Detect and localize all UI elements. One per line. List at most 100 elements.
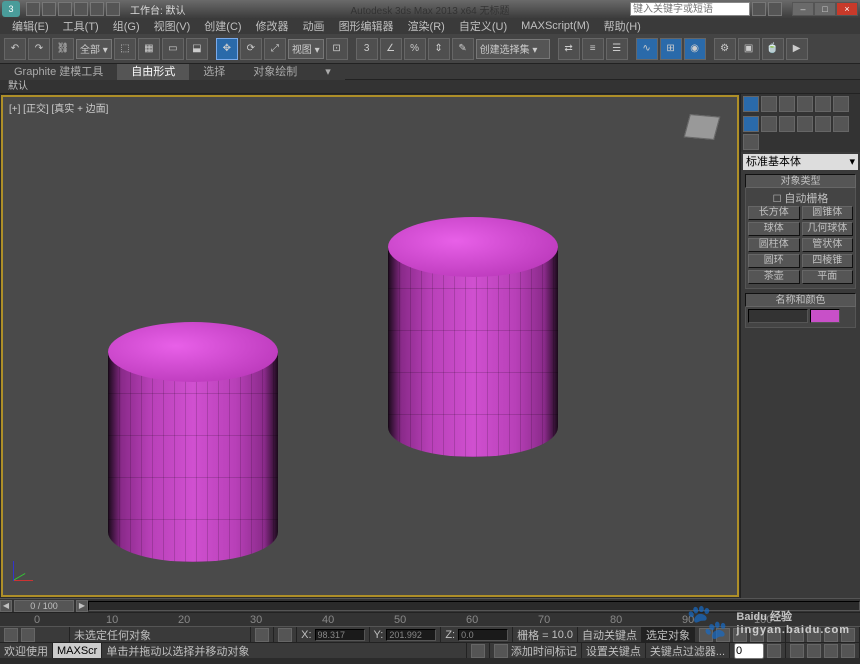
tab-graphite[interactable]: Graphite 建模工具 <box>0 64 117 80</box>
tab-freeform[interactable]: 自由形式 <box>117 64 189 80</box>
prim-cylinder[interactable]: 圆柱体 <box>748 238 800 252</box>
display-tab-icon[interactable] <box>815 96 831 112</box>
object-type-header[interactable]: 对象类型 <box>745 174 856 188</box>
prim-tube[interactable]: 管状体 <box>802 238 854 252</box>
prim-box[interactable]: 长方体 <box>748 206 800 220</box>
menu-modifier[interactable]: 修改器 <box>250 18 295 34</box>
frame-input[interactable] <box>734 643 764 659</box>
mirror-icon[interactable]: ⇄ <box>558 38 580 60</box>
create-tab-icon[interactable] <box>743 96 759 112</box>
maximize-button[interactable]: □ <box>814 2 836 16</box>
geometry-dropdown[interactable]: 标准基本体▾ <box>743 154 858 170</box>
nav-max-icon[interactable] <box>841 644 855 658</box>
undo-icon[interactable]: ↶ <box>4 38 26 60</box>
frame-indicator[interactable]: 0 / 100 <box>14 600 74 612</box>
render-prod-icon[interactable]: ▶ <box>786 38 808 60</box>
menu-tools[interactable]: 工具(T) <box>57 18 105 34</box>
spinner-snap-icon[interactable]: ⇕ <box>428 38 450 60</box>
selection-filter[interactable]: 全部 ▾ <box>76 39 112 59</box>
prim-pyramid[interactable]: 四棱锥 <box>802 254 854 268</box>
percent-snap-icon[interactable]: % <box>404 38 426 60</box>
timeconfig-icon[interactable] <box>767 644 781 658</box>
prim-plane[interactable]: 平面 <box>802 270 854 284</box>
angle-snap-icon[interactable]: ∠ <box>380 38 402 60</box>
prim-teapot[interactable]: 茶壶 <box>748 270 800 284</box>
menu-edit[interactable]: 编辑(E) <box>6 18 55 34</box>
nav-fov-icon[interactable] <box>824 628 838 642</box>
nav-pan-icon[interactable] <box>790 644 804 658</box>
edit-named-icon[interactable]: ✎ <box>452 38 474 60</box>
systems-icon[interactable] <box>743 134 759 150</box>
cylinder-object-1[interactable] <box>108 322 278 562</box>
qat-new-icon[interactable] <box>26 2 40 16</box>
y-input[interactable] <box>386 629 436 641</box>
search-icon[interactable] <box>752 2 766 16</box>
schematic-icon[interactable]: ⊞ <box>660 38 682 60</box>
cylinder-object-2[interactable] <box>388 217 558 457</box>
timetag-icon[interactable] <box>494 644 508 658</box>
maxscript-label[interactable]: MAXScr <box>57 645 97 657</box>
prim-geosphere[interactable]: 几何球体 <box>802 222 854 236</box>
play-icon[interactable] <box>733 628 747 642</box>
menu-render[interactable]: 渲染(R) <box>402 18 451 34</box>
nav-region-icon[interactable] <box>841 628 855 642</box>
cameras-icon[interactable] <box>797 116 813 132</box>
viewport-label[interactable]: [+] [正交] [真实 + 边面] <box>9 100 108 115</box>
play-next-icon[interactable] <box>750 628 764 642</box>
lock-selection-icon[interactable] <box>255 628 269 642</box>
named-selection[interactable]: 创建选择集 ▾ <box>476 39 550 59</box>
menu-graph[interactable]: 图形编辑器 <box>333 18 400 34</box>
time-slider[interactable]: ◀ 0 / 100 ▶ <box>0 598 860 612</box>
prim-sphere[interactable]: 球体 <box>748 222 800 236</box>
menu-animation[interactable]: 动画 <box>297 18 331 34</box>
absolute-mode-icon[interactable] <box>278 628 292 642</box>
pivot-icon[interactable]: ⊡ <box>326 38 348 60</box>
time-track[interactable] <box>88 601 860 611</box>
tab-selection[interactable]: 选择 <box>189 64 239 80</box>
time-next-icon[interactable]: ▶ <box>76 600 88 612</box>
spacewarps-icon[interactable] <box>833 116 849 132</box>
material-icon[interactable]: ◉ <box>684 38 706 60</box>
align-icon[interactable]: ≡ <box>582 38 604 60</box>
keyfilter-button[interactable]: 关键点过滤器... <box>650 643 725 659</box>
motion-tab-icon[interactable] <box>797 96 813 112</box>
selected-dropdown[interactable]: 选定对象 <box>646 627 690 643</box>
search-input[interactable] <box>630 2 750 16</box>
autokey-button[interactable]: 自动关键点 <box>582 627 637 643</box>
geometry-icon[interactable] <box>743 116 759 132</box>
qat-redo-icon[interactable] <box>90 2 104 16</box>
close-button[interactable]: × <box>836 2 858 16</box>
menu-create[interactable]: 创建(C) <box>198 18 247 34</box>
hierarchy-tab-icon[interactable] <box>779 96 795 112</box>
menu-maxscript[interactable]: MAXScript(M) <box>515 20 595 32</box>
workspace-label[interactable]: 工作台: 默认 <box>130 2 186 17</box>
move-icon[interactable]: ✥ <box>216 38 238 60</box>
commlock-icon[interactable] <box>471 644 485 658</box>
viewcube[interactable] <box>677 105 727 155</box>
viewport[interactable]: [+] [正交] [真实 + 边面] <box>1 95 739 597</box>
render-frame-icon[interactable]: ▣ <box>738 38 760 60</box>
tab-objpaint[interactable]: 对象绘制 <box>239 64 311 80</box>
addtime-label[interactable]: 添加时间标记 <box>511 643 577 659</box>
rect-select-icon[interactable]: ▭ <box>162 38 184 60</box>
time-prev-icon[interactable]: ◀ <box>0 600 12 612</box>
autogrid-checkbox[interactable]: ☐ 自动栅格 <box>748 190 853 206</box>
rotate-icon[interactable]: ⟳ <box>240 38 262 60</box>
play-start-icon[interactable] <box>699 628 713 642</box>
modify-tab-icon[interactable] <box>761 96 777 112</box>
play-end-icon[interactable] <box>767 628 781 642</box>
window-crossing-icon[interactable]: ⬓ <box>186 38 208 60</box>
prim-cone[interactable]: 圆锥体 <box>802 206 854 220</box>
qat-undo-icon[interactable] <box>74 2 88 16</box>
x-input[interactable] <box>315 629 365 641</box>
lights-icon[interactable] <box>779 116 795 132</box>
color-swatch[interactable] <box>810 309 840 323</box>
setkey-button[interactable]: 设置关键点 <box>586 643 641 659</box>
link-icon[interactable]: ⛓ <box>52 38 74 60</box>
shapes-icon[interactable] <box>761 116 777 132</box>
z-input[interactable] <box>458 629 508 641</box>
qat-open-icon[interactable] <box>42 2 56 16</box>
layer-icon[interactable]: ☰ <box>606 38 628 60</box>
prim-torus[interactable]: 圆环 <box>748 254 800 268</box>
minimize-button[interactable]: – <box>792 2 814 16</box>
